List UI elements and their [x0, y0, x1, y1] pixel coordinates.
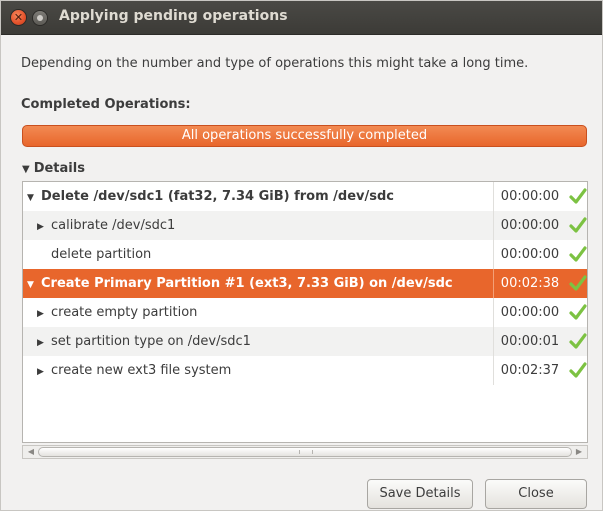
expander-right-icon[interactable]: ▶ — [37, 329, 47, 356]
success-check-icon — [566, 356, 587, 385]
operation-label: create empty partition — [51, 305, 198, 320]
operation-name-cell: ▼ Create Primary Partition #1 (ext3, 7.33… — [23, 269, 489, 298]
operation-name-cell: ▼ Delete /dev/sdc1 (fat32, 7.34 GiB) from… — [23, 182, 489, 211]
operation-name-cell: ▶ create new ext3 file system — [23, 356, 489, 385]
success-check-icon — [566, 298, 587, 327]
operation-time-cell: 00:00:00 — [493, 298, 566, 327]
operation-time-cell: 00:00:00 — [493, 211, 566, 240]
scrollbar-grip-icon — [299, 450, 313, 454]
success-check-icon — [566, 327, 587, 356]
operation-time-cell: 00:02:37 — [493, 356, 566, 385]
success-check-icon — [566, 240, 587, 269]
operation-name-cell: ▶ create empty partition — [23, 298, 489, 327]
scroll-left-icon[interactable]: ◀ — [24, 446, 38, 458]
operation-label: delete partition — [51, 247, 152, 262]
operation-name-cell: ▶ calibrate /dev/sdc1 — [23, 211, 489, 240]
operation-label: create new ext3 file system — [51, 363, 232, 378]
scrollbar-thumb[interactable] — [38, 447, 572, 457]
close-window-icon[interactable]: ✕ — [11, 10, 26, 25]
scroll-right-icon[interactable]: ▶ — [572, 446, 586, 458]
tree-row[interactable]: ▶ create empty partition 00:00:00 — [23, 298, 587, 327]
expander-down-icon[interactable]: ▼ — [27, 271, 37, 298]
operation-label: Create Primary Partition #1 (ext3, 7.33 … — [41, 276, 453, 291]
tree-row[interactable]: ▶ create new ext3 file system 00:02:37 — [23, 356, 587, 385]
operation-time-cell: 00:00:01 — [493, 327, 566, 356]
operations-tree[interactable]: ▼ Delete /dev/sdc1 (fat32, 7.34 GiB) from… — [22, 181, 588, 443]
operation-time-cell: 00:02:38 — [493, 269, 566, 298]
tree-row[interactable]: delete partition 00:00:00 — [23, 240, 587, 269]
save-details-button[interactable]: Save Details — [367, 479, 473, 509]
operation-name-cell: ▶ set partition type on /dev/sdc1 — [23, 327, 489, 356]
operation-label: Delete /dev/sdc1 (fat32, 7.34 GiB) from … — [41, 189, 395, 204]
minimize-window-icon[interactable] — [33, 11, 47, 25]
operation-label: set partition type on /dev/sdc1 — [51, 334, 251, 349]
success-check-icon — [566, 211, 587, 240]
expander-right-icon[interactable]: ▶ — [37, 358, 47, 385]
expander-down-icon[interactable]: ▼ — [27, 184, 37, 211]
horizontal-scrollbar[interactable]: ◀ ▶ — [22, 445, 588, 459]
progress-text: All operations successfully completed — [181, 128, 428, 143]
tree-row[interactable]: ▼ Delete /dev/sdc1 (fat32, 7.34 GiB) from… — [23, 182, 587, 211]
description-text: Depending on the number and type of oper… — [21, 56, 529, 71]
progress-bar: All operations successfully completed — [22, 125, 587, 147]
tree-row[interactable]: ▶ calibrate /dev/sdc1 00:00:00 — [23, 211, 587, 240]
title-bar[interactable]: ✕ Applying pending operations — [1, 1, 602, 35]
details-expander[interactable]: ▼ Details — [22, 161, 85, 176]
expander-right-icon[interactable]: ▶ — [37, 300, 47, 327]
operation-time-cell: 00:00:00 — [493, 240, 566, 269]
expander-down-icon: ▼ — [22, 164, 30, 175]
completed-operations-label: Completed Operations: — [21, 97, 191, 112]
operation-label: calibrate /dev/sdc1 — [51, 218, 176, 233]
details-label: Details — [33, 161, 85, 176]
operation-time-cell: 00:00:00 — [493, 182, 566, 211]
close-button[interactable]: Close — [485, 479, 587, 509]
success-check-icon — [566, 182, 587, 211]
window-title: Applying pending operations — [59, 8, 288, 24]
success-check-icon — [566, 269, 587, 298]
dialog-window: ✕ Applying pending operations Depending … — [0, 0, 603, 511]
expander-right-icon[interactable]: ▶ — [37, 213, 47, 240]
tree-row[interactable]: ▼ Create Primary Partition #1 (ext3, 7.33… — [23, 269, 587, 298]
tree-row[interactable]: ▶ set partition type on /dev/sdc1 00:00:01 — [23, 327, 587, 356]
operation-name-cell: delete partition — [23, 240, 489, 269]
